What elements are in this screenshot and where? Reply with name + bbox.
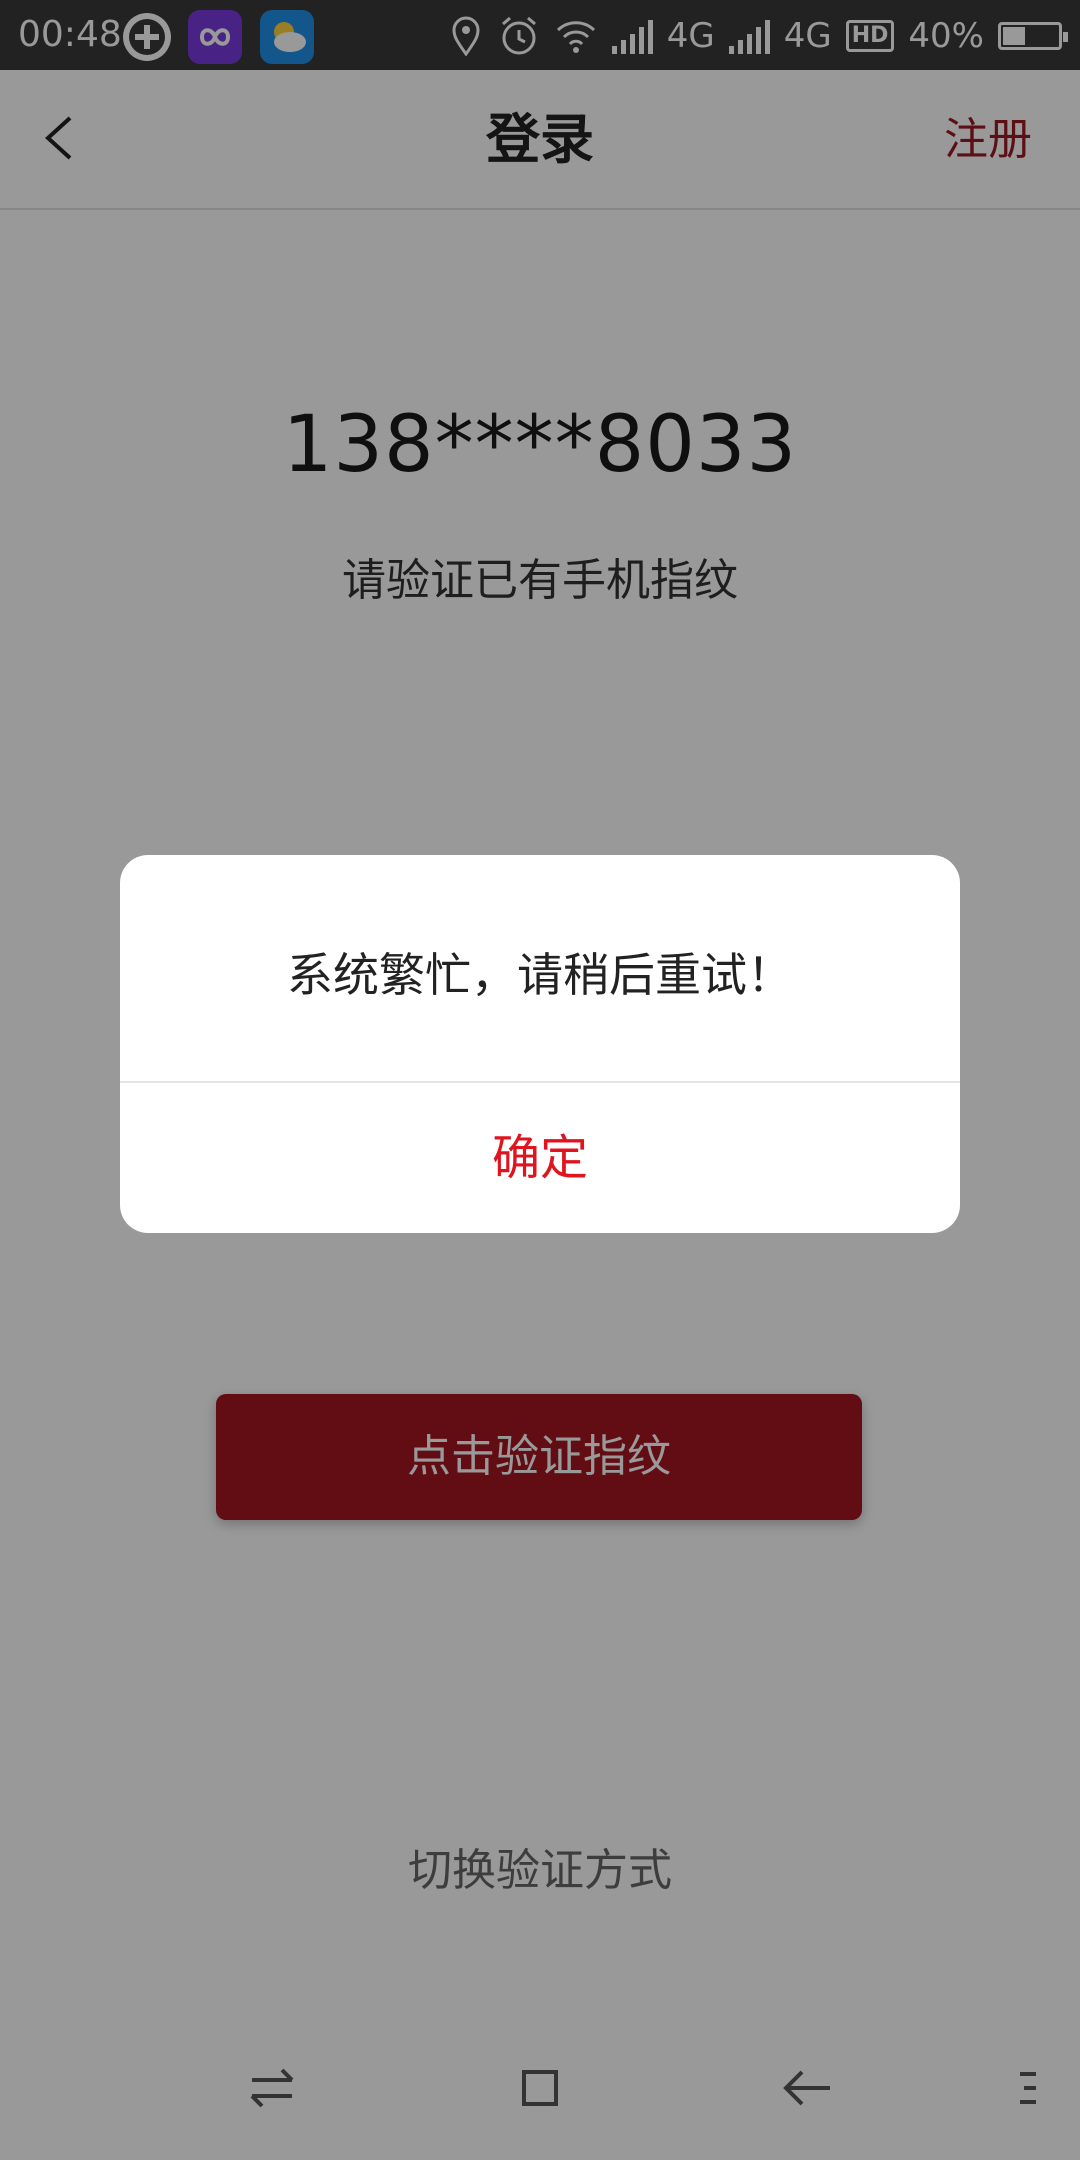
alert-dialog: 系统繁忙，请稍后重试！ 确定 bbox=[120, 855, 960, 1233]
dialog-confirm-button[interactable]: 确定 bbox=[120, 1083, 960, 1233]
dialog-message: 系统繁忙，请稍后重试！ bbox=[287, 948, 793, 1002]
